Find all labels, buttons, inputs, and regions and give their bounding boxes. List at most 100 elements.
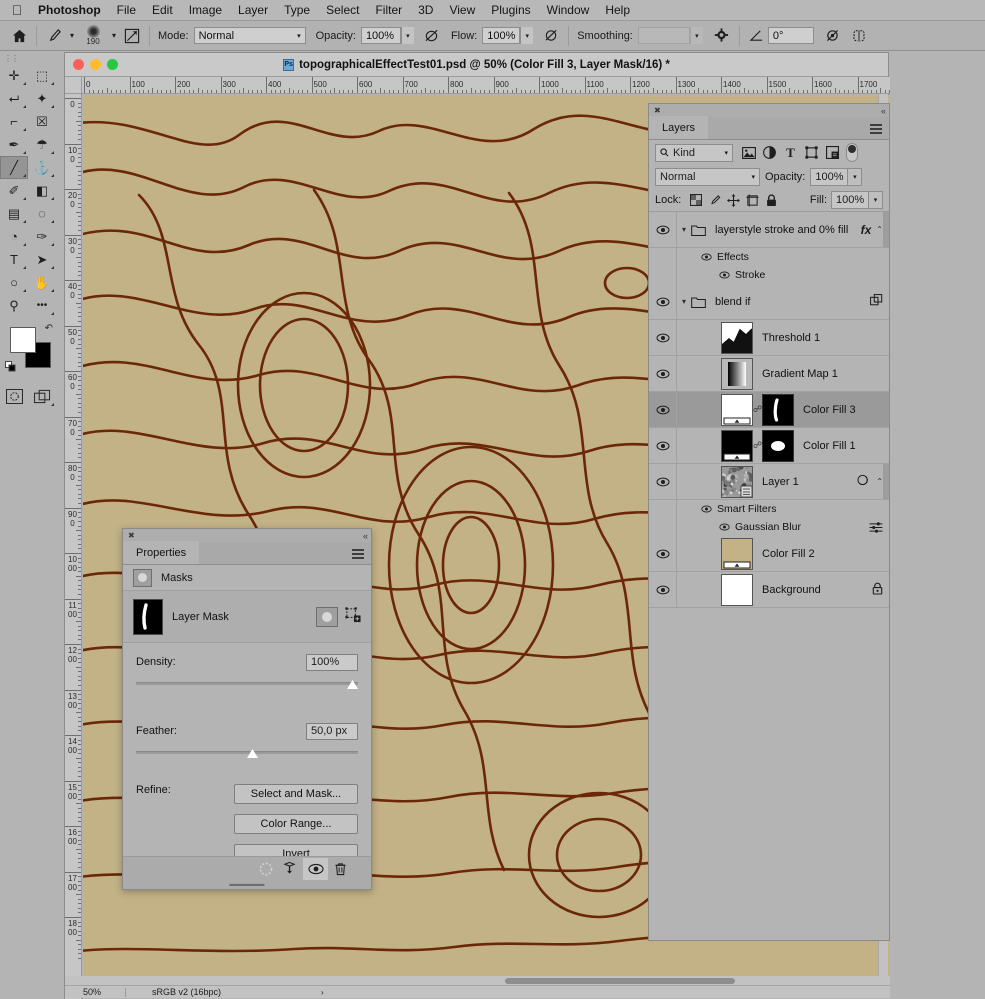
lock-image-pixels-icon[interactable] bbox=[705, 191, 724, 210]
visibility-toggle[interactable] bbox=[649, 518, 677, 536]
shape-layer-filter-icon[interactable] bbox=[801, 143, 822, 163]
noise-thumbnail[interactable] bbox=[721, 466, 753, 498]
layer-row-gradient-map-1[interactable]: Gradient Map 1 bbox=[649, 356, 889, 392]
visibility-toggle[interactable] bbox=[649, 356, 677, 391]
filter-settings-icon[interactable] bbox=[869, 522, 883, 533]
blend-mode-select[interactable]: Normal ▾ bbox=[194, 27, 306, 44]
sub-visibility-toggle[interactable] bbox=[699, 505, 713, 513]
zoom-level[interactable]: 50% bbox=[65, 987, 125, 997]
document-title-bar[interactable]: Ps topographicalEffectTest01.psd @ 50% (… bbox=[65, 53, 888, 77]
sub-visibility-toggle[interactable] bbox=[717, 271, 731, 279]
brush-preset-chevron-icon[interactable]: ▾ bbox=[65, 25, 79, 47]
white-thumbnail[interactable] bbox=[721, 574, 753, 606]
gear-icon[interactable] bbox=[711, 25, 733, 47]
sub-visibility-toggle[interactable] bbox=[717, 523, 731, 531]
threshold-thumbnail[interactable] bbox=[721, 322, 753, 354]
foreground-color-swatch[interactable] bbox=[10, 327, 36, 353]
smoothing-value[interactable] bbox=[638, 27, 690, 44]
swap-colors-icon[interactable]: ↶ bbox=[45, 323, 53, 334]
feather-slider[interactable] bbox=[136, 746, 358, 760]
clone-stamp-tool[interactable]: ⚓ bbox=[28, 156, 56, 179]
lasso-tool[interactable]: ⮠ bbox=[0, 87, 28, 110]
layer-sub-row-stroke[interactable]: Stroke bbox=[649, 266, 889, 284]
visibility-toggle[interactable] bbox=[649, 248, 677, 266]
menu-item-image[interactable]: Image bbox=[181, 0, 230, 21]
lock-transparent-pixels-icon[interactable] bbox=[686, 191, 705, 210]
brush-size-preview[interactable]: 190 bbox=[79, 25, 107, 46]
brush-angle-icon[interactable] bbox=[746, 25, 768, 47]
apply-mask-icon[interactable] bbox=[278, 858, 303, 880]
visibility-toggle[interactable] bbox=[649, 572, 677, 607]
brush-stroke-mask[interactable] bbox=[762, 394, 794, 426]
density-value[interactable]: 100% bbox=[306, 654, 358, 671]
menu-item-filter[interactable]: Filter bbox=[367, 0, 410, 21]
apple-menu-icon[interactable]:  bbox=[4, 3, 30, 17]
close-icon[interactable]: ✖ bbox=[128, 531, 135, 540]
brush-preset-picker-chevron-icon[interactable]: ▾ bbox=[107, 25, 121, 47]
layer-sub-row-effects[interactable]: Effects bbox=[649, 248, 889, 266]
hand-tool[interactable]: ✋ bbox=[28, 271, 56, 294]
visibility-toggle[interactable] bbox=[649, 464, 677, 499]
menu-item-3d[interactable]: 3D bbox=[410, 0, 441, 21]
screen-mode-icon[interactable] bbox=[28, 385, 56, 408]
black-fill-thumbnail[interactable] bbox=[721, 430, 753, 462]
layer-row-blend-if[interactable]: ▾ blend if bbox=[649, 284, 889, 320]
menu-item-select[interactable]: Select bbox=[318, 0, 367, 21]
brush-angle-value[interactable]: 0° bbox=[768, 27, 814, 44]
layer-blend-mode-select[interactable]: Normal ▾ bbox=[655, 168, 760, 186]
gradient-tool[interactable]: ▤ bbox=[0, 202, 28, 225]
layer-row-threshold-1[interactable]: Threshold 1 bbox=[649, 320, 889, 356]
select-and-mask-button[interactable]: Select and Mask... bbox=[234, 784, 358, 804]
type-tool[interactable]: T bbox=[0, 248, 28, 271]
collapse-panel-icon[interactable]: « bbox=[363, 531, 366, 541]
vector-mask-icon[interactable] bbox=[345, 607, 361, 626]
menu-item-window[interactable]: Window bbox=[539, 0, 598, 21]
pressure-size-icon[interactable] bbox=[822, 25, 844, 47]
visibility-toggle[interactable] bbox=[649, 284, 677, 319]
chevron-down-icon[interactable]: ▾ bbox=[677, 297, 691, 306]
layer-effects-icon[interactable]: fx bbox=[861, 223, 872, 237]
layer-sub-row-smart-filters[interactable]: Smart Filters bbox=[649, 500, 889, 518]
white-fill-thumbnail[interactable] bbox=[721, 394, 753, 426]
chevron-up-icon[interactable]: ⌃ bbox=[876, 477, 883, 486]
visibility-toggle[interactable] bbox=[649, 320, 677, 355]
opacity-chevron-icon[interactable]: ▾ bbox=[401, 27, 414, 44]
lock-artboard-nesting-icon[interactable] bbox=[743, 191, 762, 210]
toggle-mask-icon[interactable] bbox=[303, 858, 328, 880]
color-range-button[interactable]: Color Range... bbox=[234, 814, 358, 834]
chevron-down-icon[interactable]: ▾ bbox=[847, 169, 861, 185]
visibility-toggle[interactable] bbox=[649, 266, 677, 284]
visibility-toggle[interactable] bbox=[649, 392, 677, 427]
eraser-tool[interactable]: ◧ bbox=[28, 179, 56, 202]
brush-tool[interactable]: ╱ bbox=[0, 156, 28, 179]
panel-menu-icon[interactable] bbox=[870, 124, 882, 136]
chevron-down-icon[interactable]: ▾ bbox=[868, 192, 882, 208]
home-icon[interactable] bbox=[8, 25, 30, 47]
rectangular-marquee-tool[interactable]: ⬚ bbox=[28, 64, 56, 87]
flow-chevron-icon[interactable]: ▾ bbox=[520, 27, 533, 44]
lock-position-icon[interactable] bbox=[724, 191, 743, 210]
horizontal-ruler[interactable]: 0 100 200 300 400 500 600 700 800 900 1000 1100 1200… bbox=[65, 77, 890, 94]
menu-item-view[interactable]: View bbox=[441, 0, 483, 21]
panel-menu-icon[interactable] bbox=[352, 549, 364, 561]
smoothing-chevron-icon[interactable]: ▾ bbox=[690, 27, 703, 44]
filter-enable-toggle[interactable] bbox=[846, 143, 858, 162]
layer-row-background[interactable]: Background bbox=[649, 572, 889, 608]
history-brush-tool[interactable]: ✐ bbox=[0, 179, 28, 202]
feather-value[interactable]: 50,0 px bbox=[306, 723, 358, 740]
default-colors-icon[interactable] bbox=[5, 361, 16, 372]
filter-kind-select[interactable]: Kind ▾ bbox=[655, 144, 733, 162]
tab-properties[interactable]: Properties bbox=[123, 541, 199, 564]
link-mask-icon[interactable]: ☍ bbox=[753, 404, 762, 415]
path-selection-tool[interactable]: ➤ bbox=[28, 248, 56, 271]
magic-wand-tool[interactable]: ✦ bbox=[28, 87, 56, 110]
layer-row-color-fill-1[interactable]: ☍ Color Fill 1 bbox=[649, 428, 889, 464]
visibility-toggle[interactable] bbox=[649, 212, 677, 247]
flow-value[interactable]: 100% bbox=[482, 27, 520, 44]
panel-grip-icon[interactable]: ⋮⋮ bbox=[0, 52, 56, 64]
status-expander-icon[interactable]: › bbox=[221, 988, 324, 997]
link-mask-icon[interactable]: ☍ bbox=[753, 440, 762, 451]
adjustment-layer-filter-icon[interactable] bbox=[759, 143, 780, 163]
ellipse-tool[interactable]: ○ bbox=[0, 271, 28, 294]
brush-icon[interactable] bbox=[43, 25, 65, 47]
